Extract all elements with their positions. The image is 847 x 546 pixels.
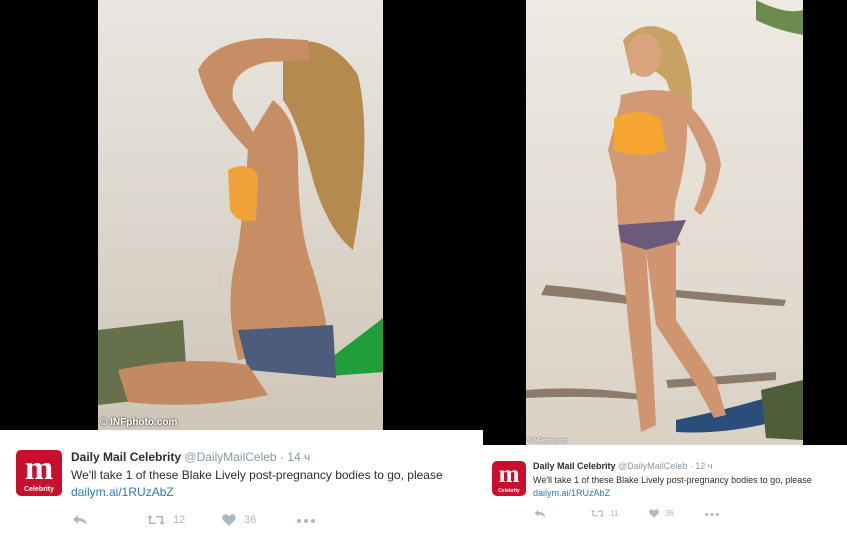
right-photo-panel: © INFphoto.com: [483, 0, 847, 445]
left-tweet-header: Daily Mail Celebrity @DailyMailCeleb · 1…: [71, 450, 310, 464]
right-tweet-text-block: We'll take 1 of these Blake Lively post-…: [533, 474, 833, 500]
right-reply-button[interactable]: [534, 509, 546, 518]
left-like-count: 36: [244, 514, 257, 526]
logo-subtitle: Celebrity: [498, 488, 520, 494]
left-tweet-time[interactable]: 14 ч: [287, 450, 310, 464]
right-tweet-link[interactable]: dailym.ai/1RUzAbZ: [533, 488, 610, 498]
left-tweet-text-block: We'll take 1 of these Blake Lively post-…: [71, 467, 466, 501]
right-tweet-avatar[interactable]: m Celebrity: [492, 461, 526, 496]
right-tweet-text: We'll take 1 of these Blake Lively post-…: [533, 475, 812, 485]
retweet-icon: [591, 509, 604, 518]
left-retweet-button[interactable]: 12: [147, 514, 185, 526]
right-retweet-count: 11: [610, 509, 619, 518]
right-beach-image: [526, 0, 803, 445]
left-photo[interactable]: © INFphoto.com: [98, 0, 383, 430]
right-photo[interactable]: © INFphoto.com: [526, 0, 803, 445]
right-tweet-handle[interactable]: @DailyMailCeleb: [618, 461, 687, 471]
logo-letter: m: [24, 450, 54, 487]
right-tweet-actions: 11 36: [483, 507, 847, 523]
left-tweet-display-name[interactable]: Daily Mail Celebrity: [71, 450, 181, 464]
left-tweet-separator: ·: [279, 450, 284, 464]
left-tweet-link[interactable]: dailym.ai/1RUzAbZ: [71, 485, 174, 499]
left-tweet-text: We'll take 1 of these Blake Lively post-…: [71, 468, 443, 482]
left-tweet-handle[interactable]: @DailyMailCeleb: [184, 450, 276, 464]
right-like-count: 36: [665, 509, 674, 518]
left-beach-image: [98, 0, 383, 430]
more-icon: [297, 519, 315, 523]
reply-icon: [73, 515, 87, 525]
left-tweet-avatar[interactable]: m Celebrity: [16, 450, 62, 496]
left-reply-button[interactable]: [72, 514, 88, 526]
left-photo-credit: © INFphoto.com: [100, 417, 178, 428]
left-tweet-actions: 12 36: [0, 512, 483, 532]
right-tweet-header: Daily Mail Celebrity @DailyMailCeleb · 1…: [533, 461, 712, 471]
right-retweet-button[interactable]: 11: [591, 509, 618, 518]
more-icon: [705, 513, 719, 516]
left-like-button[interactable]: 36: [222, 514, 256, 526]
right-photo-credit: © INFphoto.com: [528, 438, 567, 444]
right-tweet-separator: ·: [689, 461, 693, 471]
right-tweet-time[interactable]: 12 ч: [695, 461, 712, 471]
right-tweet-card: m Celebrity Daily Mail Celebrity @DailyM…: [483, 445, 847, 546]
left-tweet-card: m Celebrity Daily Mail Celebrity @DailyM…: [0, 430, 483, 546]
left-retweet-count: 12: [173, 514, 186, 526]
logo-subtitle: Celebrity: [24, 486, 54, 493]
right-like-button[interactable]: 36: [649, 509, 674, 518]
reply-icon: [534, 509, 546, 518]
retweet-icon: [147, 515, 165, 525]
heart-icon: [222, 514, 236, 526]
right-tweet-display-name[interactable]: Daily Mail Celebrity: [533, 461, 616, 471]
logo-letter: m: [498, 461, 520, 488]
right-more-button[interactable]: [705, 513, 719, 516]
left-photo-panel: © INFphoto.com: [0, 0, 483, 430]
left-more-button[interactable]: [297, 519, 315, 523]
heart-icon: [649, 509, 659, 518]
